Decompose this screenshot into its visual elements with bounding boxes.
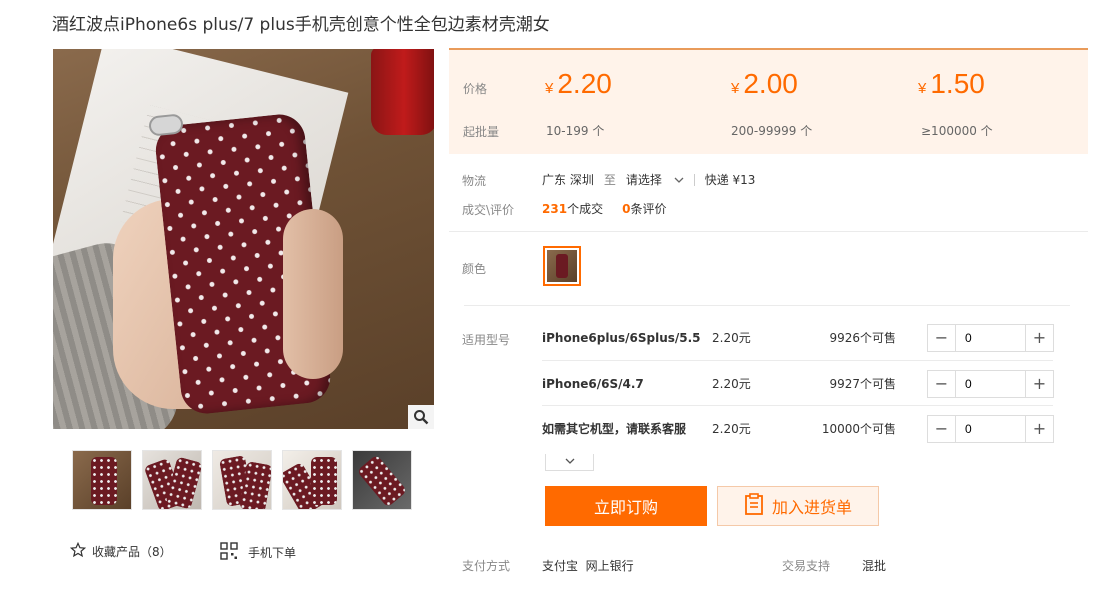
color-label: 颜色 <box>462 262 487 276</box>
logistics-label: 物流 <box>462 174 487 188</box>
search-icon[interactable] <box>408 405 434 429</box>
sku-name: iPhone6plus/6Splus/5.5 <box>542 330 701 345</box>
quantity-stepper: − + <box>927 369 1054 398</box>
product-title: 酒红波点iPhone6s plus/7 plus手机壳创意个性全包边素材壳潮女 <box>52 15 550 35</box>
clipboard-icon <box>744 493 764 519</box>
divider <box>449 231 1088 232</box>
trade-label: 成交\评价 <box>462 203 515 217</box>
color-swatch[interactable] <box>543 246 581 286</box>
qr-code-icon <box>220 542 238 563</box>
sku-price: 2.20元 <box>712 422 751 436</box>
deals-suffix: 个成交 <box>567 202 604 216</box>
moq-tier-1: 10-199 个 <box>546 124 605 138</box>
minus-button[interactable]: − <box>928 370 955 397</box>
thumbnail[interactable] <box>72 450 132 510</box>
quantity-input[interactable] <box>955 415 1026 442</box>
sku-stock: 10000个可售 <box>821 422 896 436</box>
quantity-stepper: − + <box>927 414 1054 443</box>
favorite-label: 收藏产品（8） <box>92 545 172 559</box>
quantity-stepper: − + <box>927 323 1054 352</box>
sku-name: iPhone6/6S/4.7 <box>542 376 644 391</box>
thumbnail-strip <box>72 450 412 510</box>
sku-row: 如需其它机型，请联系客服 2.20元 10000个可售 − + <box>542 406 1072 451</box>
add-to-list-label: 加入进货单 <box>771 498 852 517</box>
sku-row: iPhone6/6S/4.7 2.20元 9927个可售 − + <box>542 361 1072 406</box>
sku-price: 2.20元 <box>712 377 751 391</box>
chevron-down-icon <box>565 457 575 468</box>
moq-label: 起批量 <box>463 125 500 139</box>
thumbnail[interactable] <box>352 450 412 510</box>
payment-label: 支付方式 <box>462 559 511 573</box>
price-tier-2: ¥2.00 <box>731 68 798 99</box>
minus-button[interactable]: − <box>928 324 955 351</box>
chevron-down-icon <box>674 173 684 187</box>
deals-count[interactable]: 231 <box>542 202 567 216</box>
ship-to-word: 至 <box>603 173 616 187</box>
payment-methods: 支付宝 网上银行 <box>542 559 634 573</box>
trade-info: 231个成交 0条评价 <box>542 200 667 217</box>
add-to-list-button[interactable]: 加入进货单 <box>717 486 879 526</box>
models-label: 适用型号 <box>462 333 511 347</box>
plus-button[interactable]: + <box>1026 324 1053 351</box>
thumbnail[interactable] <box>212 450 272 510</box>
minus-button[interactable]: − <box>928 415 955 442</box>
thumbnail[interactable] <box>142 450 202 510</box>
sku-price: 2.20元 <box>712 331 751 345</box>
price-tier-1: ¥2.20 <box>545 68 612 99</box>
reviews-suffix: 条评价 <box>630 202 667 216</box>
reviews-count[interactable]: 0 <box>622 202 630 216</box>
sku-stock: 9927个可售 <box>829 377 896 391</box>
mobile-order-label: 手机下单 <box>248 546 297 560</box>
price-tier-3: ¥1.50 <box>918 68 985 99</box>
plus-button[interactable]: + <box>1026 415 1053 442</box>
price-label: 价格 <box>463 82 488 96</box>
trade-support-value: 混批 <box>862 559 887 573</box>
ship-from: 广东 深圳 <box>542 173 594 187</box>
thumbnail[interactable] <box>282 450 342 510</box>
plus-button[interactable]: + <box>1026 370 1053 397</box>
expand-models-button[interactable] <box>545 454 594 471</box>
trade-support-label: 交易支持 <box>782 559 831 573</box>
favorite-button[interactable]: 收藏产品（8） <box>69 541 172 561</box>
star-icon <box>69 541 87 561</box>
sku-row: iPhone6plus/6Splus/5.5 2.20元 9926个可售 − + <box>542 315 1072 360</box>
price-panel: 价格 起批量 ¥2.20 ¥2.00 ¥1.50 10-199 个 200-99… <box>449 48 1088 154</box>
destination-select[interactable]: 请选择 <box>626 171 684 188</box>
sku-stock: 9926个可售 <box>829 331 896 345</box>
quantity-input[interactable] <box>955 324 1026 351</box>
express-fee: 快递 ¥13 <box>704 173 756 187</box>
divider <box>464 305 1070 306</box>
moq-tier-3: ≥100000 个 <box>921 124 993 138</box>
moq-tier-2: 200-99999 个 <box>731 124 813 138</box>
logistics-info: 广东 深圳 至 请选择 快递 ¥13 <box>542 171 755 188</box>
mobile-order-button[interactable]: 手机下单 <box>220 542 296 563</box>
sku-name: 如需其它机型，请联系客服 <box>542 422 687 436</box>
buy-now-button[interactable]: 立即订购 <box>545 486 707 526</box>
quantity-input[interactable] <box>955 370 1026 397</box>
main-product-image[interactable] <box>53 49 434 429</box>
